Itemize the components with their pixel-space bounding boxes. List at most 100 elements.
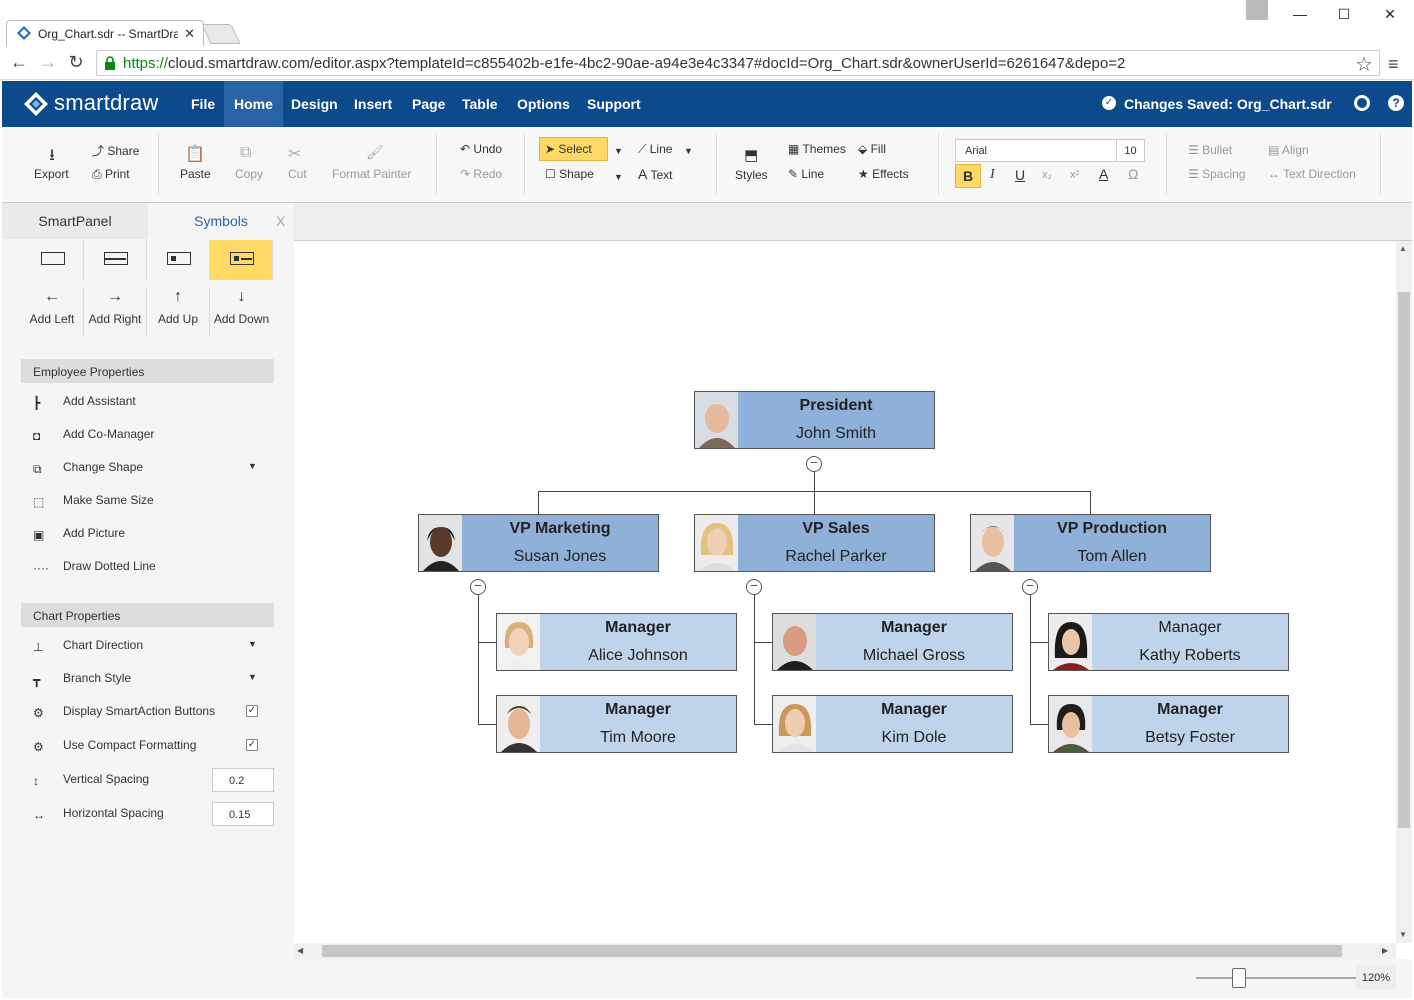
align-button[interactable]: ▤ Align [1268, 143, 1309, 157]
org-box-president[interactable]: President John Smith [694, 391, 935, 449]
add-down-button[interactable]: ↓Add Down [210, 288, 273, 336]
menu-options[interactable]: Options [517, 96, 570, 112]
shape-style-photo-button[interactable] [147, 240, 210, 280]
org-box-manager[interactable]: Manager Kim Dole [772, 695, 1013, 753]
copy-button[interactable]: Copy [235, 167, 263, 181]
tab-symbols[interactable]: Symbols [148, 203, 294, 239]
export-button[interactable]: Export [34, 167, 69, 181]
font-color-button[interactable]: A [1099, 166, 1108, 182]
cut-button[interactable]: Cut [288, 167, 307, 181]
zoom-level[interactable]: 120% [1356, 966, 1396, 990]
add-left-button[interactable]: ←Add Left [21, 288, 84, 336]
help-question-icon[interactable]: ? [1388, 95, 1404, 111]
text-tool-button[interactable]: A Text [638, 166, 672, 182]
collapse-button[interactable]: − [1022, 579, 1038, 595]
shape-style-photo-split-button[interactable] [210, 240, 273, 280]
format-painter-button[interactable]: Format Painter [332, 167, 411, 181]
line-tool-button[interactable]: ⟋ Line [638, 142, 672, 157]
superscript-button[interactable]: x² [1070, 169, 1079, 181]
help-lifebuoy-icon[interactable] [1354, 95, 1370, 111]
scroll-left-icon[interactable]: ◀ [297, 946, 303, 955]
browser-menu-icon[interactable]: ≡ [1388, 54, 1399, 75]
menu-insert[interactable]: Insert [354, 96, 392, 112]
menu-table[interactable]: Table [462, 96, 498, 112]
org-box-vp-marketing[interactable]: VP Marketing Susan Jones [418, 514, 659, 572]
redo-button[interactable]: ↷ Redo [460, 167, 502, 181]
effects-button[interactable]: ★ Effects [858, 167, 909, 181]
menu-home[interactable]: Home [224, 81, 283, 127]
bullet-button[interactable]: ☰ Bullet [1188, 143, 1232, 157]
vertical-scroll-thumb[interactable] [1398, 292, 1410, 828]
org-box-manager[interactable]: Manager Betsy Foster [1048, 695, 1289, 753]
org-box-manager[interactable]: Manager Tim Moore [496, 695, 737, 753]
font-size-input[interactable]: 10 [1116, 139, 1145, 162]
chart-direction-item[interactable]: ⊥Chart Direction [33, 638, 143, 654]
add-comanager-item[interactable]: ◘Add Co-Manager [33, 427, 154, 443]
collapse-button[interactable]: − [746, 579, 762, 595]
browser-tab[interactable]: Org_Chart.sdr -- SmartDra ✕ [6, 20, 204, 46]
subscript-button[interactable]: x₂ [1042, 169, 1052, 181]
special-char-button[interactable]: Ω [1128, 166, 1138, 182]
shape-tool-button[interactable]: ☐ Shape [545, 167, 594, 181]
italic-button[interactable]: I [990, 167, 995, 183]
org-box-vp-production[interactable]: VP Production Tom Allen [970, 514, 1211, 572]
org-box-manager[interactable]: Manager Alice Johnson [496, 613, 737, 671]
undo-button[interactable]: ↶ Undo [460, 142, 502, 156]
scroll-right-icon[interactable]: ▶ [1382, 946, 1388, 955]
collapse-button[interactable]: − [470, 579, 486, 595]
text-direction-button[interactable]: ↔ Text Direction [1268, 167, 1356, 181]
close-window-icon[interactable]: ✕ [1380, 6, 1400, 23]
underline-button[interactable]: U [1015, 167, 1025, 183]
branch-style-item[interactable]: ┳Branch Style [33, 671, 131, 687]
url-field[interactable]: https://cloud.smartdraw.com/editor.aspx?… [96, 50, 1380, 76]
chart-direction-dropdown-icon[interactable]: ▼ [248, 639, 257, 649]
line-style-button[interactable]: ✎ Line [788, 167, 824, 181]
add-picture-item[interactable]: ▣Add Picture [33, 526, 125, 542]
org-box-manager[interactable]: Manager Kathy Roberts [1048, 613, 1289, 671]
user-profile-icon[interactable] [1246, 0, 1268, 20]
shape-dropdown-icon[interactable]: ▼ [614, 172, 623, 182]
zoom-slider-track[interactable] [1196, 977, 1356, 979]
shape-style-split-button[interactable] [84, 240, 147, 280]
styles-button[interactable]: Styles [735, 168, 768, 182]
display-smartaction-checkbox[interactable]: ✓ [246, 705, 258, 717]
change-shape-dropdown-icon[interactable]: ▼ [248, 461, 257, 471]
close-tab-icon[interactable]: ✕ [184, 26, 195, 42]
share-button[interactable]: ⤴ Share [92, 142, 139, 159]
font-family-select[interactable]: Arial [955, 139, 1117, 162]
bookmark-star-icon[interactable]: ☆ [1355, 52, 1373, 77]
add-up-button[interactable]: ↑Add Up [147, 288, 210, 336]
bold-button[interactable]: B [955, 164, 981, 188]
minimize-icon[interactable]: — [1290, 6, 1310, 22]
print-button[interactable]: ⎙ Print [92, 167, 130, 182]
horizontal-spacing-input[interactable]: 0.15 [212, 802, 274, 826]
add-assistant-item[interactable]: ┣Add Assistant [33, 394, 136, 410]
add-right-button[interactable]: →Add Right [84, 288, 147, 336]
scroll-down-icon[interactable]: ▼ [1399, 930, 1407, 939]
themes-button[interactable]: ▦ Themes [788, 142, 846, 156]
compact-formatting-checkbox[interactable]: ✓ [246, 739, 258, 751]
branch-style-dropdown-icon[interactable]: ▼ [248, 672, 257, 682]
reload-icon[interactable]: ↻ [66, 52, 86, 73]
line-dropdown-icon[interactable]: ▼ [684, 146, 693, 156]
make-same-size-item[interactable]: ⬚Make Same Size [33, 493, 154, 509]
change-shape-item[interactable]: ⧉Change Shape [33, 460, 143, 476]
fill-button[interactable]: ⬙ Fill [858, 142, 886, 156]
org-box-manager[interactable]: Manager Michael Gross [772, 613, 1013, 671]
collapse-button[interactable]: − [806, 456, 822, 472]
menu-page[interactable]: Page [412, 96, 445, 112]
menu-support[interactable]: Support [587, 96, 641, 112]
vertical-spacing-input[interactable]: 0.2 [212, 768, 274, 792]
zoom-slider-handle[interactable] [1232, 968, 1246, 988]
maximize-icon[interactable]: ☐ [1334, 6, 1354, 23]
org-box-vp-sales[interactable]: VP Sales Rachel Parker [694, 514, 935, 572]
close-panel-icon[interactable]: X [276, 213, 285, 229]
back-icon[interactable]: ← [9, 52, 29, 73]
menu-file[interactable]: File [191, 96, 215, 112]
paste-button[interactable]: Paste [180, 167, 211, 181]
scroll-up-icon[interactable]: ▲ [1399, 244, 1407, 253]
forward-icon[interactable]: → [38, 52, 58, 73]
shape-style-plain-button[interactable] [21, 240, 84, 280]
select-dropdown-icon[interactable]: ▼ [614, 146, 623, 156]
horizontal-scroll-thumb[interactable] [322, 945, 1342, 957]
